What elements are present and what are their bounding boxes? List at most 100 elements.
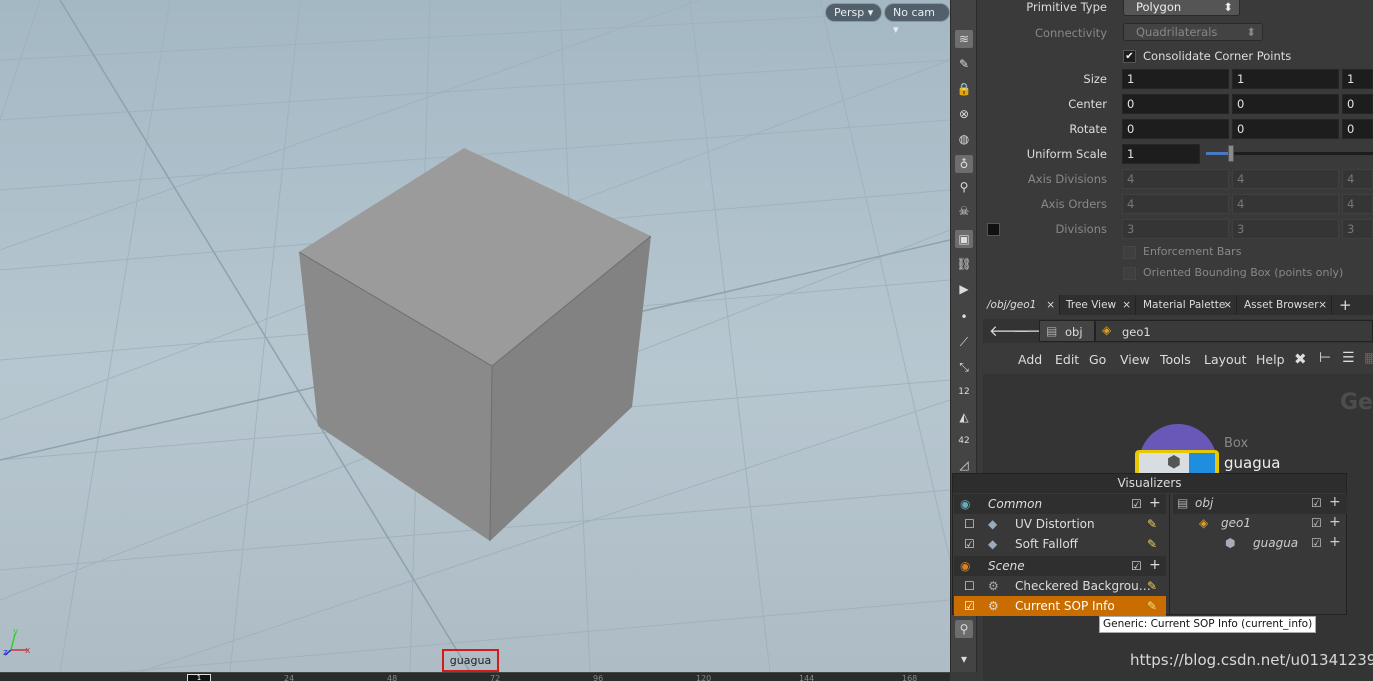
grid-view-icon[interactable]: ▦ bbox=[1364, 350, 1373, 366]
axis-orders-y-field[interactable]: 4 bbox=[1232, 194, 1339, 214]
light-icon[interactable]: ♁ bbox=[955, 155, 973, 173]
axis-divisions-y-field[interactable]: 4 bbox=[1232, 169, 1339, 189]
enforcement-checkbox[interactable] bbox=[1123, 246, 1136, 259]
grid-number-icon[interactable]: 42 bbox=[955, 432, 973, 450]
link-icon[interactable]: ⛓ bbox=[955, 255, 973, 273]
slider-handle[interactable] bbox=[1228, 145, 1234, 162]
wrench-icon[interactable]: ✖ bbox=[1294, 350, 1307, 368]
close-icon[interactable]: × bbox=[1318, 295, 1327, 315]
tab-network[interactable]: /obj/geo1 × bbox=[983, 295, 1060, 315]
rotate-x-field[interactable]: 0 bbox=[1122, 119, 1229, 139]
path-obj-button[interactable]: ▤ obj bbox=[1039, 320, 1095, 342]
skull-icon[interactable]: ☠ bbox=[955, 202, 973, 220]
menu-layout[interactable]: Layout bbox=[1204, 352, 1247, 367]
divisions-y-field[interactable]: 3 bbox=[1232, 219, 1339, 239]
number-icon[interactable]: 12 bbox=[955, 383, 973, 401]
bulb-icon[interactable]: ⚲ bbox=[955, 178, 973, 196]
edit-pencil-icon[interactable]: ✎ bbox=[1147, 596, 1157, 616]
soft-falloff-row[interactable]: ☑ ◆ Soft Falloff ✎ bbox=[954, 534, 1166, 554]
snap-icon[interactable]: ▣ bbox=[955, 230, 973, 248]
node-display-flag[interactable] bbox=[1189, 453, 1215, 473]
display-options-icon[interactable]: ≋ bbox=[955, 30, 973, 48]
current-frame[interactable]: 1 bbox=[187, 674, 211, 681]
size-x-field[interactable]: 1 bbox=[1122, 69, 1229, 89]
rotate-z-field[interactable]: 0 bbox=[1342, 119, 1373, 139]
list-icon[interactable]: ☰ bbox=[1342, 350, 1355, 366]
lock-icon[interactable]: 🔒 bbox=[955, 80, 973, 98]
point-icon[interactable]: • bbox=[955, 308, 973, 326]
sphere-icon[interactable]: ◍ bbox=[955, 130, 973, 148]
axis-orders-z-field[interactable]: 4 bbox=[1342, 194, 1373, 214]
edit-pencil-icon[interactable]: ✎ bbox=[1147, 514, 1157, 534]
expand-down-icon[interactable]: ▾ bbox=[955, 650, 973, 668]
edit-pencil-icon[interactable]: ✎ bbox=[1147, 576, 1157, 596]
uv-distortion-row[interactable]: ☐ ◆ UV Distortion ✎ bbox=[954, 514, 1166, 534]
primitive-type-dropdown[interactable]: Polygon ⬍ bbox=[1123, 0, 1240, 16]
timeline[interactable]: 1 24 48 72 96 120 144 168 bbox=[0, 672, 950, 681]
tree-geo-checkbox[interactable]: ☑ bbox=[1311, 516, 1322, 530]
size-y-field[interactable]: 1 bbox=[1232, 69, 1339, 89]
dropper-icon[interactable]: ⤡ bbox=[955, 358, 973, 376]
center-x-field[interactable]: 0 bbox=[1122, 94, 1229, 114]
tree-geo-row[interactable]: ◈ geo1 ☑ + bbox=[1173, 514, 1347, 534]
add-icon[interactable]: + bbox=[1149, 493, 1161, 513]
uniform-scale-field[interactable]: 1 bbox=[1122, 144, 1200, 164]
size-z-field[interactable]: 1 bbox=[1342, 69, 1373, 89]
menu-help[interactable]: Help bbox=[1256, 352, 1285, 367]
menu-tools[interactable]: Tools bbox=[1160, 352, 1191, 367]
tab-tree-view[interactable]: Tree View × bbox=[1062, 295, 1136, 315]
add-icon[interactable]: + bbox=[1329, 534, 1341, 550]
edit-pencil-icon[interactable]: ✎ bbox=[1147, 534, 1157, 554]
tab-asset-browser[interactable]: Asset Browser × bbox=[1240, 295, 1332, 315]
tree-node-checkbox[interactable]: ☑ bbox=[1311, 536, 1322, 550]
current-sop-info-row[interactable]: ☑ ⚙ Current SOP Info ✎ bbox=[954, 596, 1166, 616]
visualizer-icon[interactable]: ⚲ bbox=[955, 620, 973, 638]
axis-divisions-x-field[interactable]: 4 bbox=[1122, 169, 1229, 189]
connectivity-dropdown[interactable]: Quadrilaterals ⬍ bbox=[1123, 23, 1263, 41]
common-enable-checkbox[interactable]: ☑ bbox=[1131, 494, 1142, 514]
center-z-field[interactable]: 0 bbox=[1342, 94, 1373, 114]
divisions-toggle[interactable] bbox=[987, 223, 1000, 236]
uv-checkbox[interactable]: ☐ bbox=[964, 514, 975, 534]
add-tab-icon[interactable]: + bbox=[1339, 296, 1352, 314]
cube-model[interactable] bbox=[0, 0, 950, 672]
menu-add[interactable]: Add bbox=[1018, 352, 1042, 367]
menu-edit[interactable]: Edit bbox=[1055, 352, 1079, 367]
menu-view[interactable]: View bbox=[1120, 352, 1150, 367]
tab-material-palette[interactable]: Material Palette × bbox=[1139, 295, 1237, 315]
camera-menu-button[interactable]: No cam ▾ bbox=[884, 3, 950, 36]
tree-obj-checkbox[interactable]: ☑ bbox=[1311, 496, 1322, 510]
add-icon[interactable]: + bbox=[1329, 514, 1341, 530]
rotate-y-field[interactable]: 0 bbox=[1232, 119, 1339, 139]
perspective-menu-button[interactable]: Persp ▾ bbox=[825, 3, 883, 22]
center-y-field[interactable]: 0 bbox=[1232, 94, 1339, 114]
close-icon[interactable]: × bbox=[1046, 295, 1055, 315]
uniform-scale-slider[interactable] bbox=[1206, 145, 1373, 162]
consolidate-checkbox[interactable]: ✔ bbox=[1123, 50, 1136, 63]
tree-icon[interactable]: ⊢ bbox=[1319, 350, 1331, 366]
divisions-x-field[interactable]: 3 bbox=[1122, 219, 1229, 239]
close-icon[interactable]: × bbox=[1223, 295, 1232, 315]
frame-icon[interactable]: ◿ bbox=[955, 456, 973, 474]
axis-divisions-z-field[interactable]: 4 bbox=[1342, 169, 1373, 189]
add-icon[interactable]: + bbox=[1329, 494, 1341, 510]
axis-orders-x-field[interactable]: 4 bbox=[1122, 194, 1229, 214]
current-sop-checkbox[interactable]: ☑ bbox=[964, 596, 975, 616]
tree-obj-row[interactable]: ▤ obj ☑ + bbox=[1173, 494, 1347, 514]
path-geo1-button[interactable]: ◈ geo1 bbox=[1095, 320, 1373, 342]
close-icon[interactable]: × bbox=[1122, 295, 1131, 315]
scene-viewport[interactable]: Persp ▾ No cam ▾ y z x guagua bbox=[0, 0, 950, 672]
add-icon[interactable]: + bbox=[1149, 555, 1161, 575]
scene-enable-checkbox[interactable]: ☑ bbox=[1131, 556, 1142, 576]
ghost-icon[interactable]: ⊗ bbox=[955, 105, 973, 123]
soft-checkbox[interactable]: ☑ bbox=[964, 534, 975, 554]
pen-icon[interactable]: ✎ bbox=[955, 55, 973, 73]
divisions-z-field[interactable]: 3 bbox=[1342, 219, 1373, 239]
tree-node-row[interactable]: ⬢ guagua ☑ + bbox=[1173, 534, 1347, 554]
node-name-label[interactable]: guagua bbox=[1224, 454, 1280, 472]
paint-icon[interactable]: ◭ bbox=[955, 408, 973, 426]
obb-checkbox[interactable] bbox=[1123, 267, 1136, 280]
menu-go[interactable]: Go bbox=[1089, 352, 1106, 367]
brush-icon[interactable]: ⟋ bbox=[955, 333, 973, 351]
camera-icon[interactable]: ▶ bbox=[955, 280, 973, 298]
